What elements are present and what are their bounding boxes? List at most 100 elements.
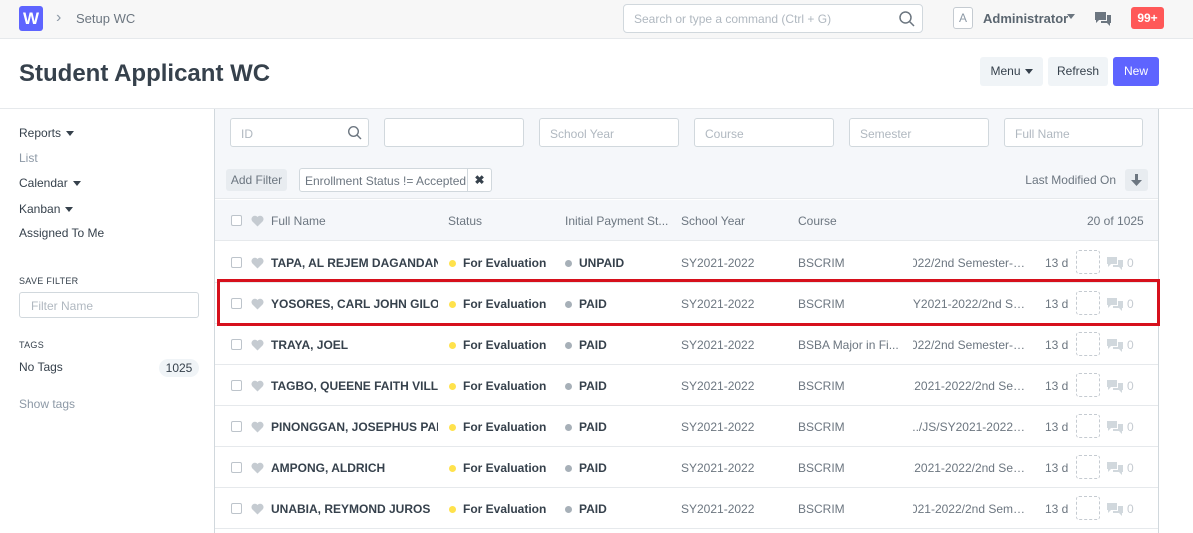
new-button[interactable]: New (1113, 57, 1159, 86)
heart-icon[interactable] (251, 421, 264, 433)
filter-input[interactable] (384, 118, 524, 147)
column-header-course[interactable]: Course (798, 214, 837, 228)
row-full-name[interactable]: TAPA, AL REJEM DAGANDAN (271, 256, 438, 270)
refresh-button[interactable]: Refresh (1048, 57, 1108, 86)
row-school-year: SY2021-2022 (681, 297, 755, 311)
sidebar-item-kanban[interactable]: Kanban (19, 202, 74, 216)
row-semester: …JS/SY2021-2022/... (913, 420, 1025, 434)
table-row[interactable]: TAGBO, QUEENE FAITH VILLA For Evaluation P… (215, 365, 1158, 406)
caret-down-icon (72, 181, 81, 187)
show-tags-link[interactable]: Show tags (19, 397, 75, 411)
row-status: For Evaluation (463, 461, 547, 475)
menu-button[interactable]: Menu (980, 57, 1043, 86)
filter-semester-input[interactable]: Semester (849, 118, 989, 147)
app-logo[interactable]: W (19, 6, 43, 31)
heart-icon[interactable] (251, 215, 264, 227)
assignee-placeholder[interactable] (1076, 414, 1100, 438)
row-school-year: SY2021-2022 (681, 256, 755, 270)
heart-icon[interactable] (251, 257, 264, 269)
heart-icon[interactable] (251, 462, 264, 474)
breadcrumb[interactable]: Setup WC (76, 11, 135, 26)
close-icon[interactable]: ✖ (467, 169, 491, 191)
caret-down-icon[interactable] (1067, 14, 1075, 19)
sidebar-item-assigned-to-me[interactable]: Assigned To Me (19, 226, 104, 240)
row-full-name[interactable]: AMPONG, ALDRICH (271, 461, 438, 475)
filter-school-year-input[interactable]: School Year (539, 118, 679, 147)
row-course: BSCRIM (798, 379, 845, 393)
assignee-placeholder[interactable] (1076, 250, 1100, 274)
row-status: For Evaluation (463, 420, 547, 434)
row-full-name[interactable]: YOSORES, CARL JOHN GILO (271, 297, 438, 311)
sidebar-item-list[interactable]: List (19, 151, 38, 165)
assignee-placeholder[interactable] (1076, 455, 1100, 479)
row-comment-count: 0 (1127, 297, 1134, 311)
assignee-placeholder[interactable] (1076, 373, 1100, 397)
row-checkbox[interactable] (231, 421, 242, 432)
status-indicator-icon (449, 383, 456, 390)
row-full-name[interactable]: TRAYA, JOEL (271, 338, 438, 352)
assignee-placeholder[interactable] (1076, 496, 1100, 520)
search-input[interactable]: Search or type a command (Ctrl + G) (623, 4, 923, 33)
heart-icon[interactable] (251, 380, 264, 392)
assignee-placeholder[interactable] (1076, 291, 1100, 315)
row-course: BSCRIM (798, 420, 845, 434)
table-row[interactable]: AMPONG, ALDRICH For Evaluation PAID SY2021-… (215, 447, 1158, 488)
column-header-school-year[interactable]: School Year (681, 214, 745, 228)
row-course: BSCRIM (798, 256, 845, 270)
row-comment-count: 0 (1127, 461, 1134, 475)
assignee-placeholder[interactable] (1076, 332, 1100, 356)
row-semester: …-2022/2nd Semester (913, 256, 1025, 270)
row-full-name[interactable]: PINONGGAN, JOSEPHUS PAL (271, 420, 438, 434)
row-full-name[interactable]: UNABIA, REYMOND JUROS (271, 502, 438, 516)
row-school-year: SY2021-2022 (681, 420, 755, 434)
table-row[interactable]: TAPA, AL REJEM DAGANDAN For Evaluation UNP… (215, 242, 1158, 283)
sidebar-item-reports[interactable]: Reports (19, 126, 75, 140)
row-modified: 13 d (1045, 256, 1069, 270)
table-row[interactable]: UNABIA, REYMOND JUROS For Evaluation PAID S… (215, 488, 1158, 529)
filter-placeholder: ID (241, 127, 253, 141)
row-checkbox[interactable] (231, 339, 242, 350)
sort-order-button[interactable] (1125, 169, 1148, 191)
sidebar-item-calendar[interactable]: Calendar (19, 176, 81, 190)
table-row[interactable]: YOSORES, CARL JOHN GILO For Evaluation PAI… (215, 283, 1158, 324)
column-header-status[interactable]: Status (448, 214, 482, 228)
user-menu[interactable]: Administrator (983, 11, 1068, 26)
filter-course-input[interactable]: Course (694, 118, 834, 147)
no-tags-item[interactable]: No Tags (19, 360, 63, 374)
row-comment-count: 0 (1127, 502, 1134, 516)
row-payment-status: PAID (579, 502, 607, 516)
column-header-payment[interactable]: Initial Payment St... (565, 214, 668, 228)
sort-selector[interactable]: Last Modified On (1025, 173, 1116, 187)
row-checkbox[interactable] (231, 298, 242, 309)
chat-icon[interactable] (1094, 11, 1112, 27)
comment-icon (1107, 339, 1123, 352)
row-checkbox[interactable] (231, 462, 242, 473)
active-filter-tag[interactable]: Enrollment Status != Accepted ✖ (299, 168, 492, 192)
add-filter-button[interactable]: Add Filter (226, 169, 287, 191)
avatar[interactable]: A (953, 7, 973, 29)
heart-icon[interactable] (251, 503, 264, 515)
filter-placeholder: Full Name (1015, 127, 1070, 141)
row-course: BSCRIM (798, 461, 845, 475)
table-row[interactable]: TRAYA, JOEL For Evaluation PAID SY2021-2022… (215, 324, 1158, 365)
payment-indicator-icon (565, 260, 572, 267)
search-placeholder: Search or type a command (Ctrl + G) (634, 12, 832, 26)
row-modified: 13 d (1045, 338, 1069, 352)
row-checkbox[interactable] (231, 380, 242, 391)
row-full-name[interactable]: TAGBO, QUEENE FAITH VILLA (271, 379, 438, 393)
filter-name-input[interactable]: Filter Name (19, 292, 199, 318)
row-checkbox[interactable] (231, 257, 242, 268)
notification-badge[interactable]: 99+ (1131, 7, 1164, 29)
filter-full-name-input[interactable]: Full Name (1004, 118, 1143, 147)
select-all-checkbox[interactable] (231, 215, 242, 226)
save-filter-heading: SAVE FILTER (19, 276, 79, 286)
caret-down-icon (66, 131, 75, 137)
table-row[interactable]: PINONGGAN, JOSEPHUS PAL For Evaluation PAI… (215, 406, 1158, 447)
row-checkbox[interactable] (231, 503, 242, 514)
filter-id-input[interactable]: ID (230, 118, 369, 147)
heart-icon[interactable] (251, 298, 264, 310)
heart-icon[interactable] (251, 339, 264, 351)
column-header-full-name[interactable]: Full Name (271, 214, 326, 228)
row-status: For Evaluation (463, 338, 547, 352)
list-panel: ID School Year Course Semester Full Name… (214, 109, 1159, 533)
